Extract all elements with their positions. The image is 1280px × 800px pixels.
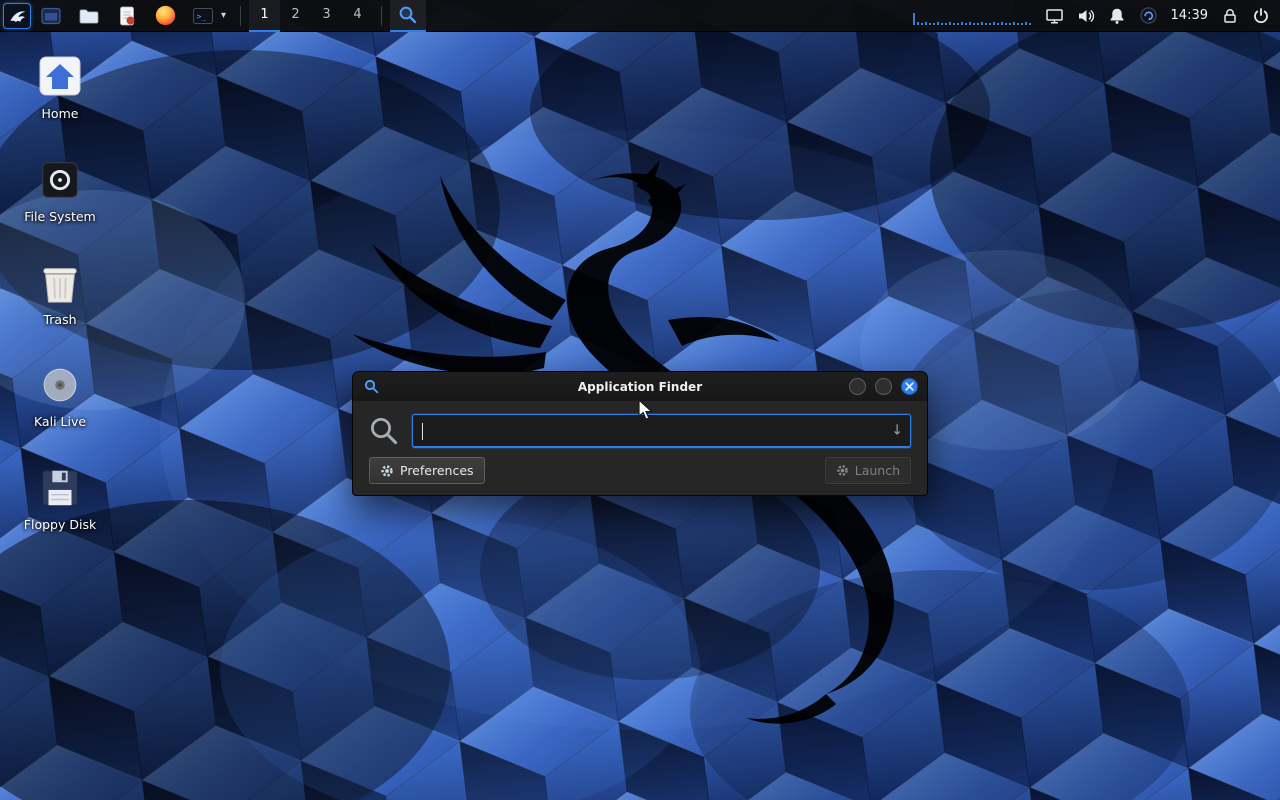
panel-status-area: 14:39 (912, 5, 1280, 27)
close-icon (905, 382, 914, 391)
panel-launchers: >_ ▾ (39, 3, 226, 29)
maximize-button[interactable] (875, 378, 892, 395)
volume-icon[interactable] (1077, 7, 1095, 25)
application-finder-task-icon (398, 5, 418, 25)
desktop-icon-file-system[interactable]: File System (12, 157, 108, 224)
firefox-icon (155, 5, 176, 26)
desktop-icon-kali-live[interactable]: Kali Live (12, 362, 108, 429)
display-icon[interactable] (1045, 7, 1064, 25)
panel-separator (240, 6, 241, 26)
folder-icon (78, 5, 100, 27)
top-panel: >_ ▾ 1 2 3 4 (0, 0, 1280, 32)
notifications-bell-icon[interactable] (1108, 7, 1126, 25)
terminal-prompt-glyph: >_ (197, 12, 207, 21)
workspace-button-2[interactable]: 2 (280, 0, 311, 32)
search-icon (369, 416, 399, 446)
application-finder-window: Application Finder ↓ (352, 371, 928, 496)
workspace-button-4[interactable]: 4 (342, 0, 373, 32)
desktop-icon-column: Home File System Trash Kali Live (12, 52, 108, 532)
cpu-graph (912, 5, 1032, 27)
titlebar[interactable]: Application Finder (353, 372, 927, 401)
launch-icon (836, 464, 849, 477)
workspace-button-1[interactable]: 1 (249, 0, 280, 32)
gear-icon (380, 464, 394, 478)
preferences-label: Preferences (400, 463, 474, 478)
desktop-icon-label: File System (24, 210, 96, 224)
text-caret (422, 423, 423, 440)
window-controls (849, 378, 927, 395)
desktop-icon-label: Trash (43, 313, 76, 327)
window-title: Application Finder (353, 380, 927, 394)
file-system-icon (37, 157, 83, 203)
power-icon[interactable] (1252, 7, 1270, 25)
lock-icon[interactable] (1221, 7, 1239, 25)
window-search-icon (364, 379, 379, 394)
history-dropdown-icon[interactable]: ↓ (891, 423, 903, 437)
desktop-icon-home[interactable]: Home (12, 52, 108, 121)
preferences-button[interactable]: Preferences (369, 457, 485, 484)
desktop-icon-trash[interactable]: Trash (12, 260, 108, 327)
applications-menu-button[interactable] (3, 3, 31, 29)
tasklist-application-finder[interactable] (390, 0, 426, 32)
desktop-icon-label: Floppy Disk (24, 518, 96, 532)
search-field[interactable]: ↓ (412, 414, 911, 448)
launcher-terminal[interactable]: >_ (191, 3, 215, 29)
minimize-button[interactable] (849, 378, 866, 395)
launch-button[interactable]: Launch (825, 457, 911, 484)
trash-icon (37, 260, 83, 306)
home-icon (36, 52, 84, 100)
launcher-text-editor[interactable] (115, 3, 139, 29)
search-input[interactable] (421, 417, 882, 444)
launcher-window[interactable] (39, 3, 63, 29)
desktop-icon-label: Home (42, 107, 79, 121)
clock[interactable]: 14:39 (1171, 8, 1208, 23)
terminal-icon: >_ (192, 5, 214, 27)
panel-separator (381, 6, 382, 26)
kali-live-disc-icon (37, 362, 83, 408)
kali-logo-icon (7, 6, 27, 26)
workspace-switcher: 1 2 3 4 (249, 0, 373, 32)
status-indicator-icon[interactable] (1139, 6, 1158, 25)
desktop-icon-label: Kali Live (34, 415, 86, 429)
mouse-cursor (638, 399, 658, 421)
window-app-icon (40, 5, 62, 27)
workspace-button-3[interactable]: 3 (311, 0, 342, 32)
launcher-file-manager[interactable] (77, 3, 101, 29)
launcher-firefox[interactable] (153, 3, 177, 29)
launch-label: Launch (855, 463, 900, 478)
floppy-disk-icon (37, 465, 83, 511)
desktop-icon-floppy-disk[interactable]: Floppy Disk (12, 465, 108, 532)
text-editor-icon (117, 5, 137, 27)
launcher-dropdown-chevron-icon[interactable]: ▾ (221, 10, 226, 21)
close-button[interactable] (901, 378, 918, 395)
